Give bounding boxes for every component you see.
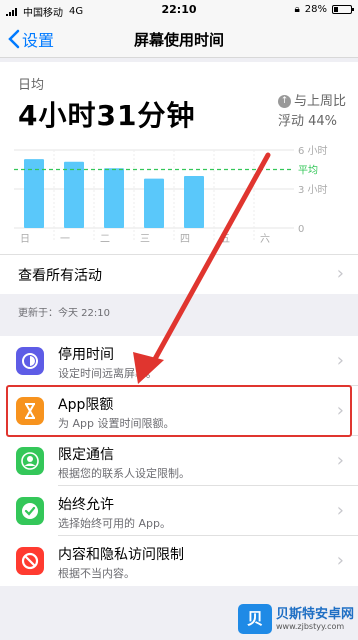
chevron-right-icon: › bbox=[336, 400, 344, 421]
row-subtitle: 根据不当内容。 bbox=[58, 567, 135, 580]
compare-line1: 与上周比 bbox=[293, 94, 346, 109]
arrow-up-icon: ↑ bbox=[277, 95, 291, 108]
checkmark-icon bbox=[16, 497, 44, 525]
lock-icon: 🔒︎ bbox=[294, 4, 300, 15]
hourglass-icon bbox=[16, 397, 44, 425]
row-title: 限定通信 bbox=[58, 447, 114, 463]
row-subtitle: 设定时间远离屏幕。 bbox=[58, 367, 157, 380]
row-title: App限额 bbox=[58, 397, 114, 413]
app-limits-row[interactable]: App限额 为 App 设置时间限额。 › bbox=[0, 386, 358, 436]
bar-日 bbox=[24, 159, 44, 228]
x-tick-label: 一 bbox=[60, 234, 70, 244]
downtime-icon bbox=[16, 347, 44, 375]
watermark: 贝 贝斯特安卓网 www.zjbstyy.com bbox=[237, 604, 354, 634]
y-tick-label: 6 小时 bbox=[298, 145, 328, 157]
always-allowed-row[interactable]: 始终允许 选择始终可用的 App。 › bbox=[0, 486, 358, 536]
row-title: 始终允许 bbox=[58, 497, 114, 513]
see-all-label: 查看所有活动 bbox=[18, 268, 102, 284]
bar-三 bbox=[144, 178, 164, 228]
x-tick-label: 二 bbox=[100, 234, 110, 244]
weekly-comparison: ↑ 与上周比 浮动 44% bbox=[277, 92, 346, 132]
chevron-right-icon: › bbox=[336, 450, 344, 471]
chevron-right-icon: › bbox=[336, 263, 344, 284]
bar-二 bbox=[104, 168, 124, 228]
watermark-logo: 贝 bbox=[237, 604, 272, 634]
daily-average-label: 日均 bbox=[18, 78, 45, 93]
content-privacy-row[interactable]: 内容和隐私访问限制 根据不当内容。 › bbox=[0, 536, 358, 586]
downtime-row[interactable]: 停用时间 设定时间远离屏幕。 › bbox=[0, 336, 358, 386]
daily-average-value: 4小时31分钟 bbox=[18, 99, 196, 132]
updated-time: 更新于：今天 22:10 bbox=[18, 308, 110, 319]
page-title: 屏幕使用时间 bbox=[133, 31, 224, 49]
x-tick-label: 五 bbox=[220, 234, 230, 244]
battery-percent: 28% bbox=[304, 4, 327, 15]
navigation-bar: 设置 屏幕使用时间 bbox=[0, 20, 358, 58]
restrict-icon bbox=[16, 547, 44, 575]
settings-list: 停用时间 设定时间远离屏幕。 › App限额 为 App 设置时间限额。 › 限… bbox=[0, 336, 358, 586]
chevron-right-icon: › bbox=[336, 500, 344, 521]
usage-summary: 日均 4小时31分钟 ↑ 与上周比 浮动 44% 6 小时 3 小时 0 平均日 一 二 三 四… bbox=[0, 62, 358, 294]
chevron-right-icon: › bbox=[336, 550, 344, 571]
watermark-name: 贝斯特安卓网 bbox=[275, 606, 354, 622]
row-subtitle: 根据您的联系人设定限制。 bbox=[58, 467, 190, 480]
bar-四 bbox=[184, 176, 204, 228]
row-title: 内容和隐私访问限制 bbox=[58, 547, 184, 563]
watermark-url: www.zjbstyy.com bbox=[275, 621, 345, 631]
see-all-activity-row[interactable]: 查看所有活动 › bbox=[0, 254, 358, 294]
x-tick-label: 四 bbox=[180, 234, 190, 244]
x-tick-label: 日 bbox=[20, 234, 30, 244]
usage-bar-chart: 6 小时 3 小时 0 平均日 一 二 三 四 五 六 bbox=[14, 145, 328, 244]
contact-icon bbox=[16, 447, 44, 475]
communication-limits-row[interactable]: 限定通信 根据您的联系人设定限制。 › bbox=[0, 436, 358, 486]
y-tick-label: 3 小时 bbox=[298, 184, 328, 196]
x-tick-label: 三 bbox=[140, 234, 150, 244]
row-subtitle: 为 App 设置时间限额。 bbox=[58, 417, 175, 430]
battery-icon bbox=[332, 5, 354, 14]
y-tick-label: 0 bbox=[298, 224, 304, 235]
compare-line2: 浮动 44% bbox=[277, 114, 338, 129]
chevron-right-icon: › bbox=[336, 350, 344, 371]
average-label: 平均 bbox=[298, 165, 318, 177]
row-title: 停用时间 bbox=[58, 347, 114, 363]
x-tick-label: 六 bbox=[260, 233, 270, 244]
status-bar: 中国移动 4G 22:10 🔒︎ 28% bbox=[0, 0, 358, 20]
bar-一 bbox=[64, 161, 84, 228]
row-subtitle: 选择始终可用的 App。 bbox=[58, 517, 171, 530]
